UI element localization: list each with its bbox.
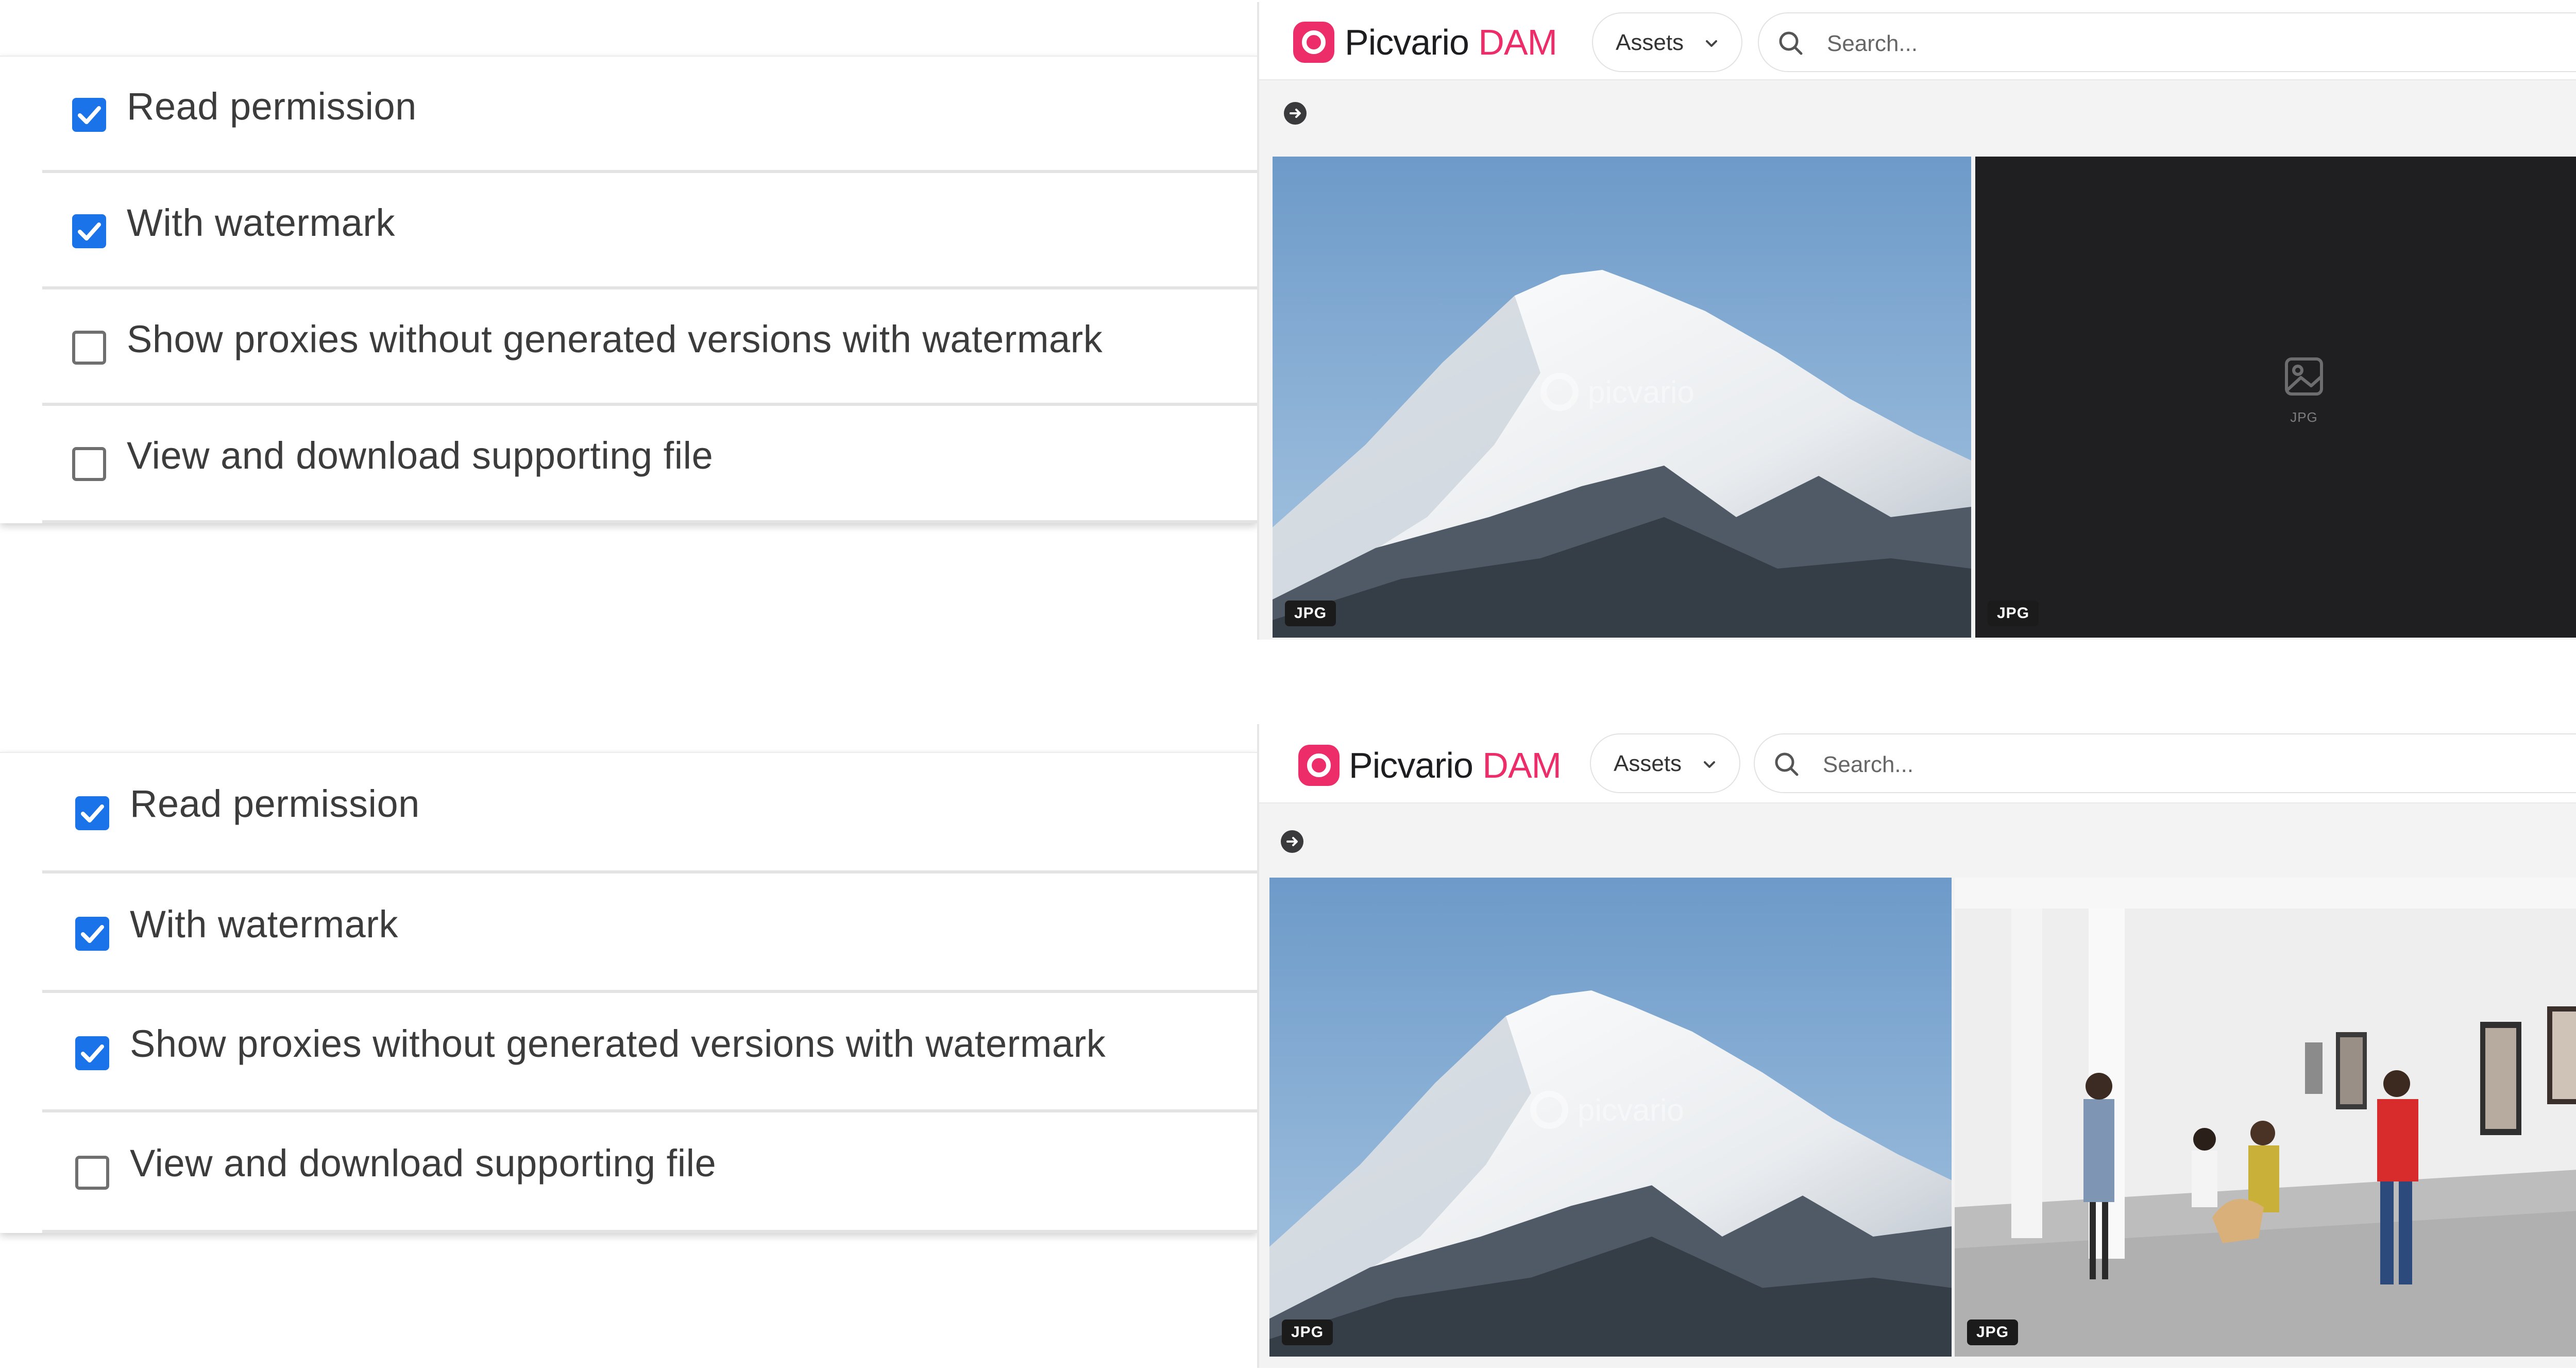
dam-window-1: Picvario DAM Assets picvario: [1257, 2, 2576, 640]
brand-name: Picvario: [1345, 22, 1469, 62]
file-type-badge: JPG: [1282, 1319, 1333, 1345]
search-input[interactable]: [1826, 28, 2240, 60]
checkmark-icon: [78, 222, 101, 241]
watermark-text: picvario: [1588, 374, 1694, 409]
supporting-file-label: View and download supporting file: [127, 434, 714, 477]
supporting-file-checkbox[interactable]: [75, 1156, 109, 1190]
read-permission-label: Read permission: [127, 85, 417, 128]
placeholder-label: JPG: [2290, 409, 2318, 425]
arrow-right-circle-icon: [1286, 837, 1298, 846]
supporting-file-label: View and download supporting file: [130, 1142, 717, 1185]
permission-row-proxies[interactable]: Show proxies without generated versions …: [42, 289, 1257, 406]
picvario-watermark: picvario: [1540, 373, 1694, 411]
dam-header: Picvario DAM Assets: [1259, 724, 2576, 803]
show-proxies-label: Show proxies without generated versions …: [130, 1022, 1106, 1065]
expand-toggle-button[interactable]: [1284, 102, 1307, 125]
read-permission-checkbox[interactable]: [75, 796, 109, 830]
asset-tile-gallery[interactable]: JPG: [1955, 878, 2576, 1357]
brand-suffix: DAM: [1482, 745, 1562, 785]
permission-row-read[interactable]: Read permission: [42, 753, 1257, 873]
checkmark-icon: [81, 804, 104, 822]
supporting-file-checkbox[interactable]: [72, 447, 106, 481]
brand-suffix: DAM: [1478, 22, 1557, 62]
image-placeholder-icon: [2285, 357, 2323, 396]
assets-dropdown[interactable]: Assets: [1592, 12, 1742, 72]
asset-tile-mountain[interactable]: picvario JPG: [1273, 157, 1971, 638]
permission-row-proxies[interactable]: Show proxies without generated versions …: [42, 993, 1257, 1112]
show-proxies-checkbox[interactable]: [72, 331, 106, 365]
show-proxies-label: Show proxies without generated versions …: [127, 318, 1103, 361]
brand-title[interactable]: Picvario DAM: [1345, 22, 1557, 63]
assets-label: Assets: [1616, 30, 1684, 55]
brand-name: Picvario: [1349, 745, 1473, 785]
chevron-down-icon: [1704, 761, 1715, 768]
permissions-panel-1: Read permission With watermark Show prox…: [0, 56, 1257, 523]
arrow-right-circle-icon: [1290, 109, 1301, 118]
assets-label: Assets: [1614, 751, 1682, 776]
permission-row-read[interactable]: Read permission: [42, 57, 1257, 173]
asset-tile-placeholder[interactable]: JPG JPG: [1975, 157, 2576, 638]
watermark-checkbox[interactable]: [72, 214, 106, 248]
picvario-logo-icon[interactable]: [1298, 745, 1340, 786]
file-type-badge: JPG: [1988, 601, 2039, 626]
dam-header: Picvario DAM Assets: [1259, 2, 2576, 80]
read-permission-label: Read permission: [130, 782, 420, 825]
read-permission-checkbox[interactable]: [72, 98, 106, 132]
watermark-logo-icon: [1530, 1091, 1568, 1129]
search-icon: [1779, 31, 1803, 55]
permission-row-supporting-file[interactable]: View and download supporting file: [42, 1112, 1257, 1233]
checkmark-icon: [81, 925, 104, 943]
search-input[interactable]: [1822, 749, 2236, 781]
watermark-label: With watermark: [127, 201, 395, 244]
brand-title[interactable]: Picvario DAM: [1349, 745, 1562, 786]
show-proxies-checkbox[interactable]: [75, 1036, 109, 1070]
permission-row-watermark[interactable]: With watermark: [42, 873, 1257, 993]
search-bar[interactable]: [1758, 12, 2576, 72]
gallery-photo: [1955, 878, 2576, 1357]
file-type-badge: JPG: [1967, 1319, 2019, 1345]
watermark-label: With watermark: [130, 903, 398, 946]
file-type-badge: JPG: [1285, 601, 1336, 626]
search-bar[interactable]: [1754, 733, 2576, 793]
asset-tile-mountain[interactable]: picvario JPG: [1269, 878, 1952, 1357]
watermark-logo-icon: [1540, 373, 1579, 411]
search-icon: [1775, 752, 1799, 776]
permission-row-supporting-file[interactable]: View and download supporting file: [42, 406, 1257, 523]
assets-dropdown[interactable]: Assets: [1590, 733, 1740, 793]
watermark-checkbox[interactable]: [75, 917, 109, 951]
picvario-logo-icon[interactable]: [1293, 22, 1334, 63]
checkmark-icon: [81, 1044, 104, 1062]
dam-window-2: Picvario DAM Assets picvario: [1257, 724, 2576, 1368]
permissions-panel-2: Read permission With watermark Show prox…: [0, 752, 1257, 1233]
watermark-text: picvario: [1578, 1092, 1684, 1127]
checkmark-icon: [78, 106, 101, 124]
chevron-down-icon: [1706, 40, 1717, 47]
picvario-watermark: picvario: [1530, 1091, 1684, 1129]
permission-row-watermark[interactable]: With watermark: [42, 173, 1257, 289]
expand-toggle-button[interactable]: [1281, 830, 1303, 853]
